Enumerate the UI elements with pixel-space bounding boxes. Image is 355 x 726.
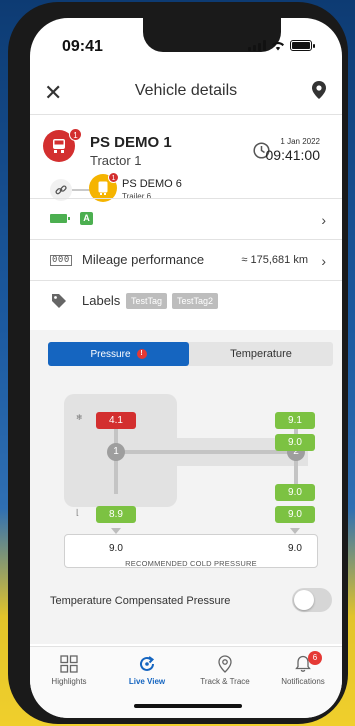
tag-icon (52, 294, 66, 308)
nav-label: Highlights (51, 677, 87, 686)
notification-count-badge: 6 (308, 651, 322, 665)
app-header: ✕ Vehicle details (30, 74, 342, 110)
tyre-1-left[interactable]: 4.1 (96, 412, 136, 429)
tractor-alert-badge: 1 (69, 128, 82, 141)
odometer-icon: 000 (50, 255, 72, 266)
mileage-label: Mileage performance (82, 252, 205, 267)
page-title: Vehicle details (134, 82, 238, 99)
home-indicator (134, 704, 242, 708)
tab-pressure[interactable]: Pressure ! (48, 342, 189, 366)
tyre-2-right-outer[interactable]: 9.0 (275, 506, 315, 523)
tyre-2-left-outer[interactable]: 9.1 (275, 412, 315, 429)
tyre-pressure-panel: Pressure ! Temperature 1 2 ❄ ⌊ 4.1 8.9 9… (30, 330, 342, 644)
location-pin-icon (218, 655, 232, 673)
status-time: 09:41 (62, 38, 103, 55)
mileage-value: ≈ 175,681 km (241, 254, 308, 266)
axle-1-hub: 1 (107, 443, 125, 461)
status-icons (248, 40, 315, 51)
tag-chip[interactable]: TestTag (126, 293, 168, 309)
battery-grade-badge: A (80, 212, 93, 225)
chevron-right-icon: › (321, 212, 326, 228)
wifi-icon (272, 42, 284, 51)
last-update-time: 09:41:00 (265, 147, 321, 163)
toggle-knob (294, 590, 314, 610)
nav-live-view[interactable]: Live View (108, 647, 186, 697)
nav-track-trace[interactable]: Track & Trace (186, 647, 264, 697)
nav-label: Live View (128, 677, 166, 686)
battery-icon (50, 214, 70, 223)
trailer-alert-badge: 1 (108, 172, 119, 183)
pressure-temperature-toggle: Pressure ! Temperature (48, 342, 333, 366)
recommended-right-value: 9.0 (288, 543, 302, 554)
grid-icon (60, 655, 78, 673)
trailer-name: PS DEMO 6 (122, 178, 182, 190)
refresh-icon (140, 656, 155, 671)
tyre-1-right[interactable]: 8.9 (96, 506, 136, 523)
cold-icon: ❄ (76, 413, 83, 422)
nav-label: Track & Trace (200, 677, 250, 686)
nav-notifications[interactable]: 6 Notifications (264, 647, 342, 697)
tyre-2-left-inner[interactable]: 9.0 (275, 434, 315, 451)
battery-status-icon (290, 40, 315, 51)
location-pin-icon[interactable] (312, 81, 326, 99)
warning-icon: ! (136, 349, 147, 359)
recommended-label: RECOMMENDED COLD PRESSURE (125, 559, 257, 568)
app-screen: 09:41 ✕ Vehicle details 1 PS DEMO 1 Trac… (30, 18, 342, 718)
tab-temperature[interactable]: Temperature (189, 342, 333, 366)
recommended-pressure-box: 9.0 9.0 RECOMMENDED COLD PRESSURE (64, 534, 318, 568)
nav-highlights[interactable]: Highlights (30, 647, 108, 697)
vehicle-name: PS DEMO 1 (90, 134, 172, 151)
temperature-compensated-toggle[interactable] (292, 588, 332, 612)
mileage-row[interactable]: 000 Mileage performance ≈ 175,681 km › (30, 240, 342, 280)
vehicle-type: Tractor 1 (90, 153, 142, 168)
nav-label: Notifications (281, 677, 325, 686)
phone-frame: 09:41 ✕ Vehicle details 1 PS DEMO 1 Trac… (8, 2, 348, 724)
signal-icon (248, 40, 266, 51)
trailer-icon (98, 181, 108, 195)
tag-chip[interactable]: TestTag2 (172, 293, 219, 309)
temperature-compensated-label: Temperature Compensated Pressure (50, 595, 231, 607)
chevron-right-icon: › (321, 253, 326, 269)
tab-pressure-label: Pressure (90, 348, 131, 360)
position-mark-icon: ⌊ (76, 508, 80, 517)
tyre-2-right-inner[interactable]: 9.0 (275, 484, 315, 501)
drive-shaft (114, 450, 298, 454)
recommended-left-value: 9.0 (109, 543, 123, 554)
labels-row: Labels TestTag TestTag2 (30, 281, 342, 321)
divider (30, 114, 342, 115)
tag-list: TestTag TestTag2 (126, 293, 219, 309)
last-update-date: 1 Jan 2022 (280, 137, 320, 146)
battery-row[interactable]: A › (30, 199, 342, 239)
labels-label: Labels (82, 293, 121, 308)
link-connector (72, 189, 90, 191)
truck-icon (53, 139, 65, 153)
